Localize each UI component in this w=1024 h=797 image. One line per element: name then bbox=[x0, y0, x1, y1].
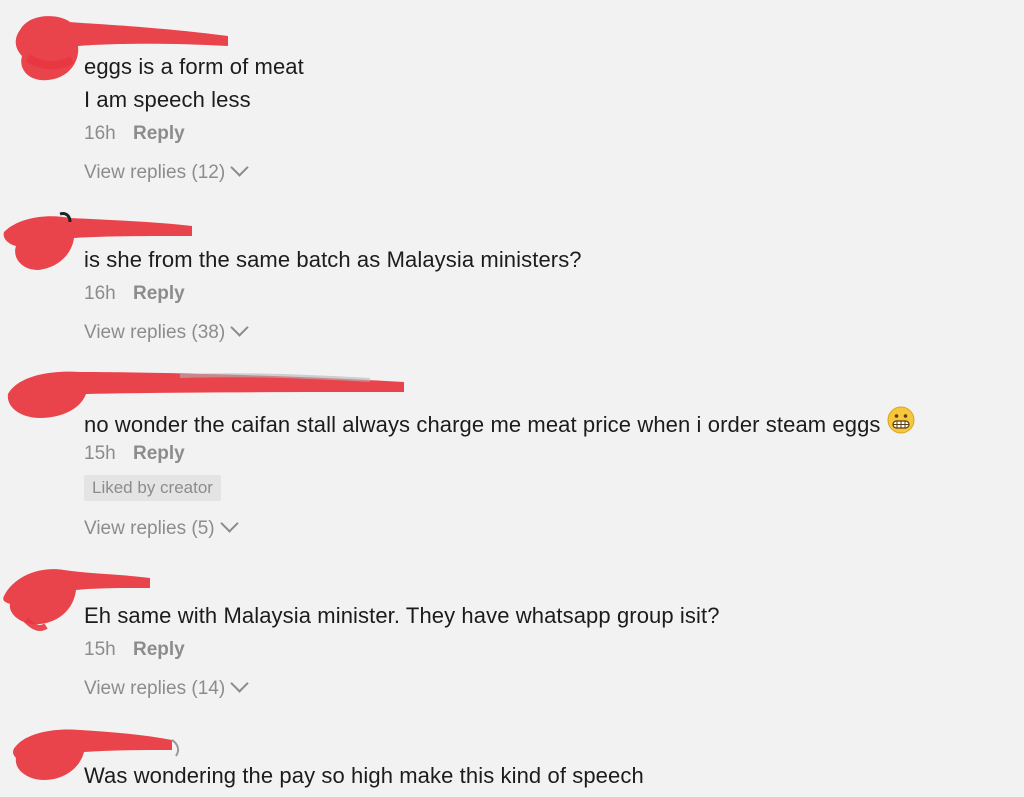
comment-list: eggs is a form of meat I am speech less … bbox=[0, 0, 1024, 797]
grimacing-face-icon bbox=[887, 406, 915, 440]
comment-text: Was wondering the pay so high make this … bbox=[84, 763, 644, 788]
redacted-avatar-and-username bbox=[13, 729, 180, 780]
